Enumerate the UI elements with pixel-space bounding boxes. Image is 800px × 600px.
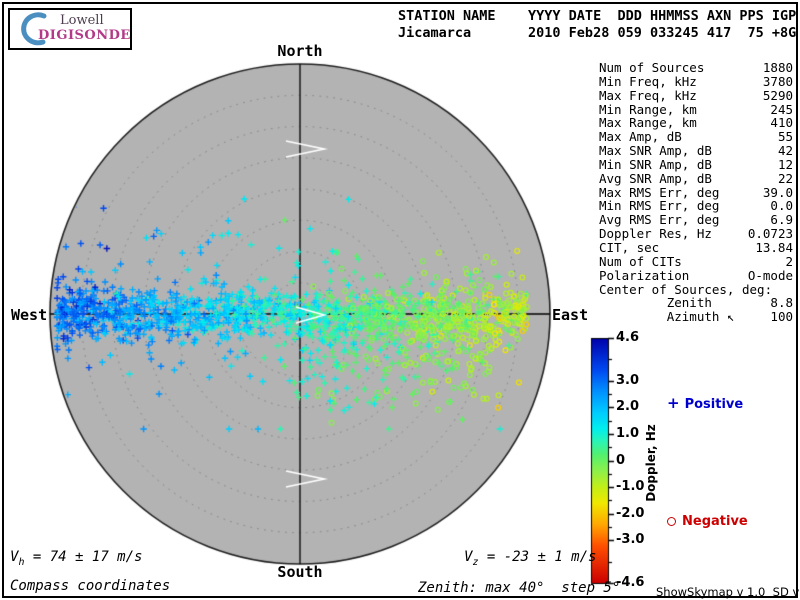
colorbar-tick-label: 0	[616, 452, 626, 468]
colorbar-tick-label: -3.0	[616, 532, 645, 548]
stat-row: Num of CITs 2	[599, 253, 793, 269]
vertical-velocity-readout: Vz = -23 ± 1 m/s	[464, 549, 597, 568]
colorbar-tick-label: 1.0	[616, 425, 640, 441]
stat-value: 245	[770, 101, 793, 117]
stat-row: Min RMS Err, deg 0.0	[599, 198, 793, 214]
stats-panel: Num of Sources 1880 Min Freq, kHz 3780 Max F…	[599, 60, 793, 325]
station-header-columns: STATION NAME YYYY DATE DDD HHMMSS AXN PP…	[398, 8, 797, 24]
stat-label: Avg SNR Amp, dB	[599, 170, 712, 186]
stat-value: 1880	[762, 60, 793, 75]
stat-value: 42	[777, 143, 793, 159]
stat-value: 410	[770, 115, 793, 131]
lowell-digisonde-logo: Lowell DIGISONDE	[8, 8, 132, 50]
stat-label: Min RMS Err, deg	[599, 198, 720, 214]
stat-row: Azimuth ↖ 100	[599, 309, 793, 325]
stat-label: Min Range, km	[599, 101, 697, 117]
colorbar-tick-label: 3.0	[616, 372, 640, 388]
plus-marker-icon: +	[667, 394, 680, 412]
stat-row: Max SNR Amp, dB 42	[599, 143, 793, 159]
stat-row: Polarization O-mode	[599, 267, 793, 283]
stat-row: Min SNR Amp, dB 12	[599, 156, 793, 172]
stat-value: 6.9	[770, 212, 793, 228]
stat-row: Avg SNR Amp, dB 22	[599, 170, 793, 186]
stat-label: Max Amp, dB	[599, 129, 682, 145]
stat-row: Max RMS Err, deg 39.0	[599, 184, 793, 200]
stat-row: Min Range, km 245	[599, 101, 793, 117]
stat-label: CIT, sec	[599, 239, 660, 255]
stat-value: 5290	[762, 87, 793, 103]
compass-label-west: West	[11, 306, 48, 324]
stat-value: 0.0	[770, 198, 793, 214]
stat-label: Max RMS Err, deg	[599, 184, 720, 200]
stat-value: 22	[777, 170, 793, 186]
showskymap-window: { "header": { "logo": { "line1": "Lowell…	[0, 0, 800, 600]
stat-value: 39.0	[762, 184, 793, 200]
stat-row: Max Range, km 410	[599, 115, 793, 131]
station-header-values: Jicamarca 2010 Feb28 059 033245 417 75 +…	[398, 25, 797, 41]
stat-label: Zenith	[599, 295, 712, 311]
stat-label: Doppler Res, Hz	[599, 226, 712, 242]
zenith-range-note: Zenith: max 40° step 5°	[418, 580, 621, 596]
stat-value: 100	[770, 309, 793, 325]
colorbar-tick-label: -1.0	[616, 479, 645, 495]
legend-negative-label: Negative	[682, 514, 748, 529]
stat-label: Max Freq, kHz	[599, 87, 697, 103]
colorbar-tick-label: 2.0	[616, 399, 640, 415]
stat-label: Max SNR Amp, dB	[599, 143, 712, 159]
stat-row: Zenith 8.8	[599, 295, 793, 311]
logo-lowell-text: Lowell	[60, 13, 104, 28]
stat-row: Doppler Res, Hz 0.0723	[599, 226, 793, 242]
stat-label: Avg RMS Err, deg	[599, 212, 720, 228]
stat-value: O-mode	[747, 267, 793, 283]
stat-label: Azimuth ↖	[599, 309, 735, 325]
circle-marker-icon	[667, 517, 676, 526]
colorbar-tick-label: 4.6	[616, 330, 640, 345]
stat-row: Avg RMS Err, deg 6.9	[599, 212, 793, 228]
stat-value: 55	[777, 129, 793, 145]
stat-value: 8.8	[770, 295, 793, 311]
stat-value: 12	[777, 156, 793, 172]
stat-value: 0.0723	[747, 226, 793, 242]
horizontal-velocity-readout: Vh = 74 ± 17 m/s	[10, 549, 143, 568]
compass-label-east: East	[552, 306, 589, 324]
compass-label-north: North	[277, 42, 323, 60]
stat-label: Num of CITs	[599, 253, 682, 269]
stat-row: Min Freq, kHz 3780	[599, 73, 793, 89]
compass-label-south: South	[277, 563, 323, 581]
stat-label: Min Freq, kHz	[599, 73, 697, 89]
stat-row: Num of Sources 1880	[599, 60, 793, 75]
stat-label: Num of Sources	[599, 60, 705, 75]
stat-label: Polarization	[599, 267, 690, 283]
stat-label: Center of Sources, deg:	[599, 281, 773, 297]
stat-value: 2	[785, 253, 793, 269]
stat-label: Max Range, km	[599, 115, 697, 131]
stat-row: CIT, sec 13.84	[599, 239, 793, 255]
colorbar-axis-label: Doppler, Hz	[644, 424, 658, 502]
station-header: STATION NAME YYYY DATE DDD HHMMSS AXN PP…	[398, 8, 796, 42]
stat-value: 13.84	[755, 239, 793, 255]
stat-label: Min SNR Amp, dB	[599, 156, 712, 172]
coordinates-note: Compass coordinates	[10, 578, 171, 594]
legend-negative: Negative	[667, 514, 748, 529]
legend-positive: + Positive	[667, 394, 743, 412]
stat-value: 3780	[762, 73, 793, 89]
colorbar-tick-label: -2.0	[616, 505, 645, 521]
stat-row: Center of Sources, deg:	[599, 281, 793, 297]
version-label: ShowSkymap v 1.0 SD v 4.2	[656, 585, 800, 599]
logo-digisonde-text: DIGISONDE	[38, 28, 131, 43]
stat-row: Max Amp, dB 55	[599, 129, 793, 145]
stat-row: Max Freq, kHz 5290	[599, 87, 793, 103]
legend-positive-label: Positive	[684, 397, 744, 412]
colorbar-tick-label: -4.6	[616, 575, 645, 590]
